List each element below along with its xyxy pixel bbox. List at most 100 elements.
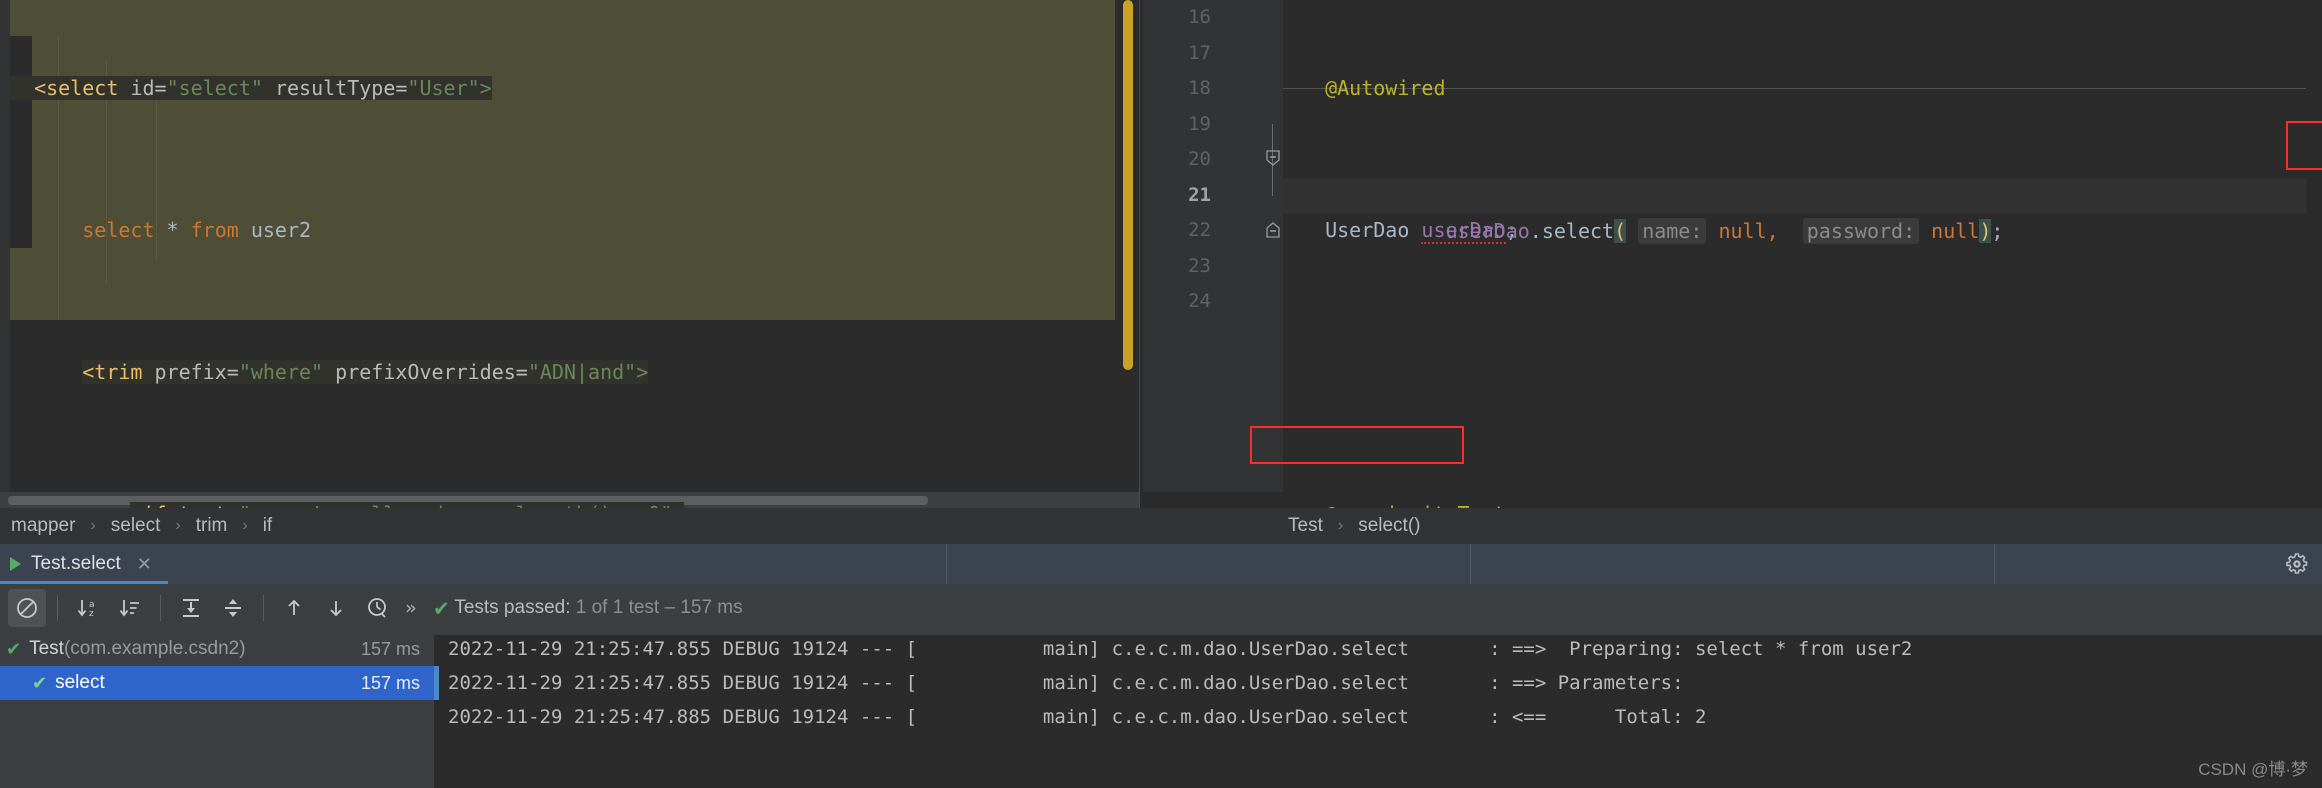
log-thread: [ main] bbox=[905, 672, 1101, 694]
idea-window: <select id="select" resultType="User"> s… bbox=[0, 0, 2322, 788]
java-token-paren-close: ) bbox=[1979, 218, 1992, 243]
test-history-icon[interactable] bbox=[359, 589, 397, 627]
breadcrumb-item-test[interactable]: Test bbox=[1285, 515, 1326, 537]
java-token-obj: userDao bbox=[1445, 218, 1530, 243]
test-pass-icon: ✔ bbox=[32, 672, 48, 693]
xml-token: "select" bbox=[166, 76, 263, 100]
xml-token: <select bbox=[34, 76, 119, 100]
line-number: 17 bbox=[1188, 41, 1211, 64]
test-class-package: (com.example.csdn2) bbox=[63, 638, 246, 659]
java-token-semicolon: ; bbox=[1991, 218, 2004, 243]
log-logger: c.e.c.m.dao.UserDao.select bbox=[1111, 672, 1409, 694]
run-tab-test-select[interactable]: Test.select ✕ bbox=[0, 544, 168, 584]
test-tree-row-method[interactable]: ✔ select 157 ms bbox=[0, 666, 434, 700]
java-gutter[interactable]: 16 17 18 19 20 21 22 23 24 bbox=[1143, 0, 1283, 492]
test-tree-row-class[interactable]: ✔ Test (com.example.csdn2) 157 ms bbox=[0, 632, 434, 666]
expand-all-button[interactable] bbox=[172, 589, 210, 627]
xml-token: * bbox=[166, 218, 191, 242]
collapse-all-button[interactable] bbox=[214, 589, 252, 627]
java-vertical-scroll-strip[interactable] bbox=[2306, 0, 2322, 508]
log-timestamp: 2022-11-29 21:25:47.885 bbox=[448, 706, 712, 728]
log-arrow: : ==> Parameters: bbox=[1489, 672, 1695, 694]
rerun-failed-tests-button[interactable] bbox=[8, 589, 46, 627]
breadcrumb-right: Test › select() bbox=[1285, 515, 1423, 537]
previous-failed-test-button[interactable] bbox=[275, 589, 313, 627]
log-dashes: --- bbox=[859, 672, 895, 694]
breadcrumb-item-select[interactable]: select bbox=[108, 515, 164, 537]
code-line: <select id="select" resultType="User"> bbox=[10, 71, 1139, 107]
run-play-icon bbox=[10, 557, 21, 571]
test-duration: 157 ms bbox=[360, 638, 420, 659]
parameter-hint-name: name: bbox=[1638, 217, 1707, 244]
console-log-line: 2022-11-29 21:25:47.885 DEBUG 19124 --- … bbox=[434, 700, 2322, 734]
log-logger: c.e.c.m.dao.UserDao.select bbox=[1111, 706, 1409, 728]
xml-source-code[interactable]: <select id="select" resultType="User"> s… bbox=[10, 0, 1139, 508]
xml-editor-pane[interactable]: <select id="select" resultType="User"> s… bbox=[0, 0, 1139, 508]
log-pid: 19124 bbox=[791, 672, 849, 694]
test-status-main: Tests passed: bbox=[454, 597, 576, 618]
java-token-arg1: null, bbox=[1706, 218, 1779, 243]
log-level: DEBUG bbox=[722, 638, 780, 660]
log-dashes: --- bbox=[859, 638, 895, 660]
line-number: 23 bbox=[1188, 254, 1211, 277]
line-number: 20 bbox=[1188, 148, 1211, 170]
test-class-name: Test bbox=[29, 638, 64, 659]
next-failed-test-button[interactable] bbox=[317, 589, 355, 627]
java-source-code[interactable]: @Autowired UserDao userDao; @org.junit.T… bbox=[1283, 0, 2322, 508]
run-tool-window-tabbar: Test.select ✕ bbox=[0, 544, 2322, 584]
breadcrumb-item-trim[interactable]: trim bbox=[193, 515, 231, 537]
test-method-name: select bbox=[55, 672, 105, 693]
breadcrumb-item-mapper[interactable]: mapper bbox=[8, 515, 78, 537]
log-arrow: : <== Total: bbox=[1489, 706, 1695, 728]
log-pid: 19124 bbox=[791, 638, 849, 660]
run-tab-label: Test.select bbox=[31, 553, 121, 574]
java-token-dot: . bbox=[1529, 218, 1542, 243]
line-number: 18 bbox=[1188, 77, 1211, 99]
code-line: <trim prefix="where" prefixOverrides="AD… bbox=[82, 360, 649, 384]
xml-token: <if bbox=[130, 502, 166, 508]
console-output[interactable]: 2022-11-29 21:25:47.855 DEBUG 19124 --- … bbox=[434, 632, 2322, 788]
java-call-line[interactable]: userDao.select( name: null, password: nu… bbox=[1283, 178, 2322, 244]
console-log-line: 2022-11-29 21:25:47.855 DEBUG 19124 --- … bbox=[434, 632, 2322, 666]
fold-expand-icon[interactable] bbox=[1265, 222, 1281, 238]
editor-area: <select id="select" resultType="User"> s… bbox=[0, 0, 2322, 508]
test-pass-icon: ✔ bbox=[6, 638, 22, 659]
code-line: <if test="name != null and name.length()… bbox=[10, 497, 1139, 508]
java-editor-pane[interactable]: 16 17 18 19 20 21 22 23 24 @Autowired us… bbox=[1143, 0, 2322, 508]
watermark: CSDN @博·梦 bbox=[2198, 760, 2308, 779]
chevron-right-icon: › bbox=[242, 517, 248, 534]
fold-collapse-icon[interactable] bbox=[1265, 150, 1281, 166]
toolbar-overflow-icon[interactable]: » bbox=[399, 597, 422, 619]
java-token: @Autowired bbox=[1325, 76, 1446, 100]
log-arrow: : ==> Preparing: bbox=[1489, 638, 1695, 660]
xml-token: resultType bbox=[274, 76, 396, 100]
toolbar-divider bbox=[160, 595, 161, 621]
gear-icon[interactable] bbox=[2286, 553, 2308, 575]
test-results-body: ✔ Test (com.example.csdn2) 157 ms ✔ sele… bbox=[0, 632, 2322, 788]
code-line: @Autowired bbox=[1283, 71, 2322, 107]
xml-token: "User"> bbox=[407, 76, 492, 100]
xml-token: <trim bbox=[82, 360, 143, 384]
java-token-method: select bbox=[1541, 218, 1615, 243]
close-icon[interactable]: ✕ bbox=[137, 554, 152, 575]
line-number: 24 bbox=[1188, 290, 1211, 312]
tabbar-divider bbox=[1994, 544, 1995, 584]
log-message: 2 bbox=[1694, 706, 1707, 728]
breadcrumb-item-select-method[interactable]: select() bbox=[1355, 515, 1423, 537]
parameter-hint-password: password: bbox=[1802, 217, 1920, 244]
xml-token: prefix bbox=[154, 360, 227, 384]
line-number: 16 bbox=[1188, 6, 1211, 28]
xml-token: from bbox=[190, 218, 239, 242]
toolbar-divider bbox=[57, 595, 58, 621]
xml-token: select bbox=[82, 218, 155, 242]
test-tree[interactable]: ✔ Test (com.example.csdn2) 157 ms ✔ sele… bbox=[0, 632, 434, 788]
breadcrumb-left: mapper › select › trim › if bbox=[0, 515, 275, 537]
sort-alphabetically-button[interactable]: a z bbox=[69, 589, 107, 627]
java-token-paren-open: ( bbox=[1614, 218, 1627, 243]
breadcrumb-item-if[interactable]: if bbox=[260, 515, 276, 537]
sort-by-duration-button[interactable] bbox=[111, 589, 149, 627]
chevron-right-icon: › bbox=[90, 517, 96, 534]
log-logger: c.e.c.m.dao.UserDao.select bbox=[1111, 638, 1409, 660]
code-line: select * from user2 bbox=[10, 213, 1139, 249]
